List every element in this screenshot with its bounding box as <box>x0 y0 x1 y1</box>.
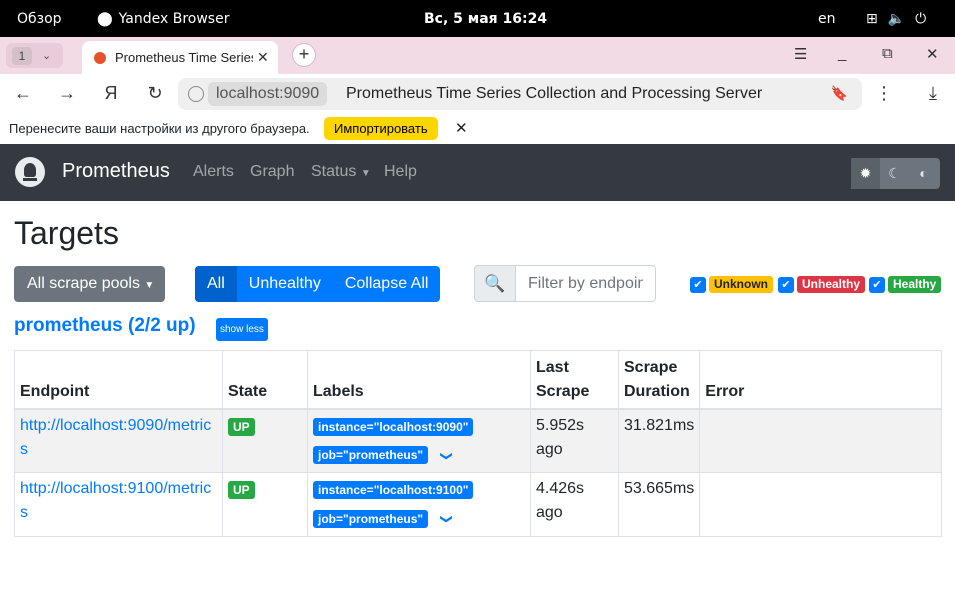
endpoint-link[interactable]: http://localhost:9100/metrics <box>20 480 211 521</box>
browser-toolbar: ← → Я ↻ localhost:9090 Prometheus Time S… <box>0 74 955 114</box>
forward-arrow-icon[interactable]: → <box>55 83 79 104</box>
yandex-home-icon[interactable]: Я <box>99 83 123 104</box>
error-cell <box>699 408 942 473</box>
system-top-bar: Обзор ⬤ Yandex Browser Вс, 5 мая 16:24 e… <box>0 0 955 37</box>
browser-tab[interactable]: Prometheus Time Series Collection and Pr… <box>82 41 278 74</box>
health-filter-unhealthy[interactable]: ✔ Unhealthy <box>778 276 866 293</box>
theme-toggle-group: ✹ ☾ ◐ <box>851 158 940 189</box>
filter-all-button[interactable]: All <box>195 266 237 302</box>
table-header-row: Endpoint State Labels Last Scrape Scrape… <box>14 350 942 410</box>
search-icon: 🔍 <box>474 265 516 302</box>
activities-button[interactable]: Обзор <box>17 10 62 28</box>
close-tab-icon[interactable]: ✕ <box>257 49 269 66</box>
nav-link-graph[interactable]: Graph <box>250 163 294 181</box>
prometheus-logo-icon[interactable] <box>15 157 45 187</box>
chevron-down-icon: ⌄ <box>42 50 52 62</box>
prometheus-favicon-icon <box>94 51 106 64</box>
filter-unhealthy-button[interactable]: Unhealthy <box>237 266 333 302</box>
network-icon: ⊞ <box>866 11 878 27</box>
checkbox-checked-icon[interactable]: ✔ <box>869 276 885 293</box>
caret-down-icon: ▼ <box>144 280 155 291</box>
downloads-icon[interactable]: ⤓ <box>921 83 945 104</box>
health-filter-unknown[interactable]: ✔ Unknown <box>690 276 773 293</box>
back-arrow-icon[interactable]: ← <box>11 83 35 104</box>
more-options-icon[interactable]: ⋮ <box>872 83 896 104</box>
last-scrape-cell: 4.426s ago <box>530 472 619 537</box>
column-header-labels: Labels <box>307 350 531 410</box>
power-icon: ⏻ <box>915 11 927 27</box>
column-header-endpoint: Endpoint <box>14 350 223 410</box>
column-header-scrape-duration: Scrape Duration <box>617 350 701 410</box>
system-menu[interactable]: ⊞ 🔈 ⏻ <box>866 10 926 28</box>
address-bar[interactable]: localhost:9090 Prometheus Time Series Co… <box>178 78 862 110</box>
endpoint-link[interactable]: http://localhost:9090/metrics <box>20 417 211 458</box>
unknown-badge: Unknown <box>709 276 773 293</box>
label-badge: instance="localhost:9100" <box>313 481 474 499</box>
label-badge: job="prometheus" <box>313 509 429 528</box>
minimize-icon[interactable]: _ <box>838 45 846 62</box>
table-row: http://localhost:9100/metrics UP instanc… <box>14 472 942 537</box>
address-host: localhost:9090 <box>208 82 328 106</box>
scrape-pools-dropdown[interactable]: All scrape pools ▼ <box>14 266 165 302</box>
page-title: Targets <box>14 215 119 251</box>
import-infobar: Перенесите ваши настройки из другого бра… <box>0 114 955 144</box>
prometheus-navbar: Prometheus Alerts Graph Status ▼ Help ✹ … <box>0 144 955 201</box>
column-header-state: State <box>222 350 308 410</box>
restore-icon[interactable]: ⧉ <box>882 45 893 62</box>
label-badge: job="prometheus" <box>313 446 429 464</box>
label-badge: instance="localhost:9090" <box>313 417 474 436</box>
app-name: Yandex Browser <box>118 11 230 27</box>
import-button[interactable]: Импортировать <box>324 117 438 140</box>
state-badge: UP <box>228 417 255 436</box>
column-header-last-scrape: Last Scrape <box>530 350 619 410</box>
light-theme-icon[interactable]: ✹ <box>851 158 880 189</box>
tab-count: 1 <box>12 46 32 65</box>
checkbox-checked-icon[interactable]: ✔ <box>690 276 706 293</box>
last-scrape-cell: 5.952s ago <box>530 408 619 473</box>
keyboard-language[interactable]: en <box>818 10 836 28</box>
healthy-badge: Healthy <box>888 276 942 293</box>
health-filter-healthy[interactable]: ✔ Healthy <box>869 276 942 293</box>
tab-counter-button[interactable]: 1 ⌄ <box>6 43 63 68</box>
address-page-title: Prometheus Time Series Collection and Pr… <box>346 85 763 102</box>
expand-labels-icon[interactable]: ❯ <box>435 514 459 524</box>
show-less-button[interactable]: show less <box>216 318 268 341</box>
endpoint-search: 🔍 <box>474 265 656 302</box>
close-infobar-icon[interactable]: ✕ <box>455 119 468 137</box>
dark-theme-icon[interactable]: ☾ <box>880 158 909 189</box>
state-badge: UP <box>228 481 255 499</box>
targets-table: Endpoint State Labels Last Scrape Scrape… <box>14 350 942 537</box>
checkbox-checked-icon[interactable]: ✔ <box>778 276 794 293</box>
filter-button-group: All Unhealthy Collapse All <box>195 266 441 302</box>
yandex-browser-icon: ⬤ <box>97 11 113 27</box>
nav-link-alerts[interactable]: Alerts <box>193 163 234 181</box>
volume-icon: 🔈 <box>887 11 906 27</box>
search-input[interactable] <box>516 265 656 302</box>
auto-theme-icon[interactable]: ◐ <box>909 158 938 189</box>
close-window-icon[interactable]: ✕ <box>926 45 939 63</box>
navbar-brand[interactable]: Prometheus <box>62 160 170 183</box>
unhealthy-badge: Unhealthy <box>797 276 866 293</box>
tab-strip: 1 ⌄ Prometheus Time Series Collection an… <box>0 37 955 74</box>
menu-icon[interactable]: ☰ <box>794 45 807 63</box>
scrape-duration-cell: 53.665ms <box>617 472 701 537</box>
bookmark-icon[interactable]: 🔖 <box>831 85 848 102</box>
reload-icon[interactable]: ↻ <box>143 83 167 104</box>
app-menu[interactable]: ⬤ Yandex Browser <box>97 10 229 28</box>
nav-link-status[interactable]: Status ▼ <box>311 163 371 181</box>
error-cell <box>699 472 942 537</box>
site-info-icon[interactable] <box>188 86 204 102</box>
tab-title: Prometheus Time Series Collection and Pr… <box>115 50 253 65</box>
clock[interactable]: Вс, 5 мая 16:24 <box>424 10 547 28</box>
new-tab-button[interactable]: + <box>292 43 316 67</box>
nav-link-help[interactable]: Help <box>384 163 417 181</box>
scrape-pool-title[interactable]: prometheus (2/2 up) <box>14 315 196 337</box>
caret-down-icon: ▼ <box>360 168 371 179</box>
scrape-duration-cell: 31.821ms <box>617 408 701 473</box>
table-row: http://localhost:9090/metrics UP instanc… <box>14 408 942 473</box>
column-header-error: Error <box>699 350 942 410</box>
expand-labels-icon[interactable]: ❯ <box>435 450 459 460</box>
collapse-all-button[interactable]: Collapse All <box>333 266 441 302</box>
infobar-message: Перенесите ваши настройки из другого бра… <box>9 121 310 136</box>
